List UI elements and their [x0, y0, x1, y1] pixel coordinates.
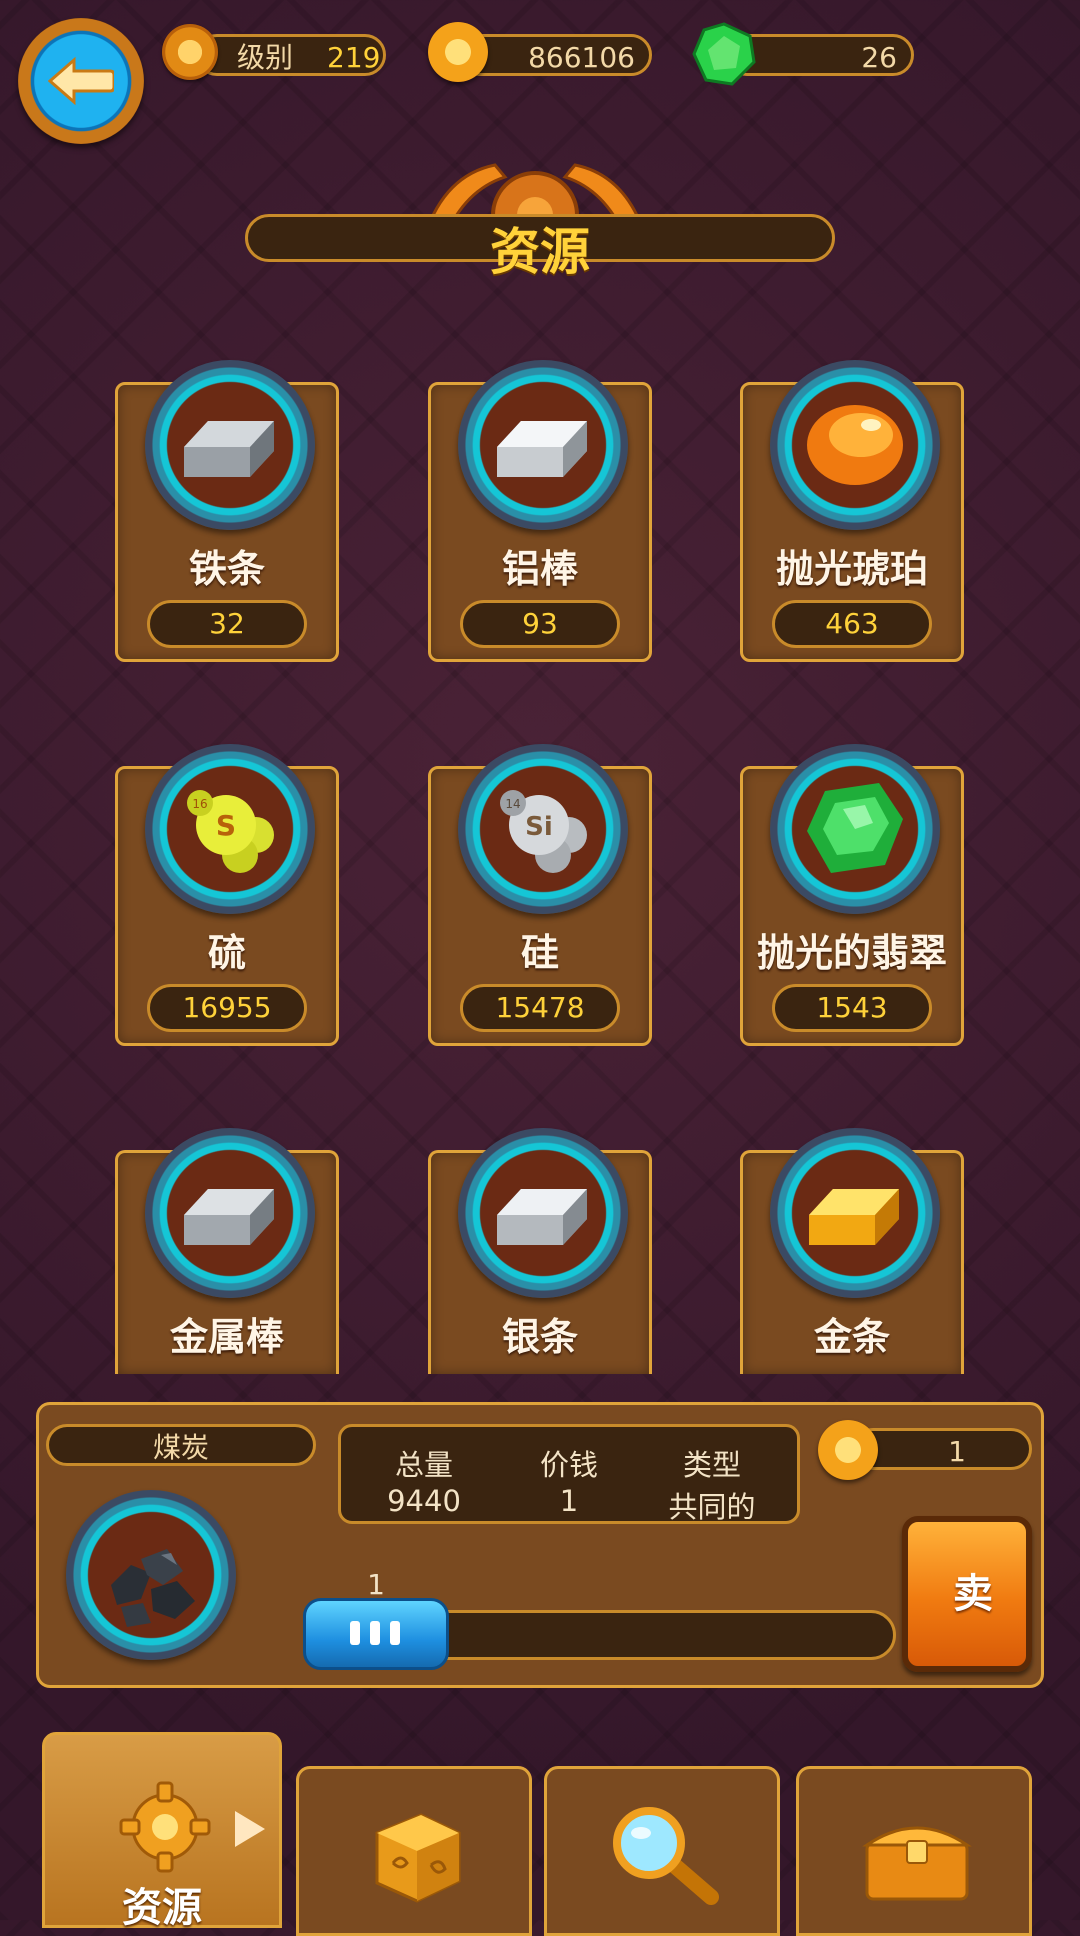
tab-resources-label: 资源 — [122, 1885, 202, 1931]
resource-name: 抛光的翡翠 — [756, 931, 947, 975]
back-button[interactable] — [18, 18, 144, 144]
resource-icon-ring — [145, 1128, 315, 1298]
chest-icon — [862, 1826, 972, 1901]
grip-icon — [350, 1621, 400, 1645]
svg-text:14: 14 — [505, 797, 520, 811]
sell-button[interactable]: 卖 — [902, 1516, 1032, 1672]
level-gear-icon — [162, 24, 218, 80]
resource-icon-ring: S 16 — [145, 744, 315, 914]
arrow-left-icon — [48, 56, 114, 106]
coal-icon — [111, 1549, 195, 1627]
price-label: 价钱 — [539, 1448, 598, 1482]
dice-icon — [375, 1813, 461, 1903]
selected-name: 煤炭 — [152, 1431, 209, 1464]
gems-value: 26 — [861, 41, 897, 74]
type-value: 共同的 — [668, 1490, 756, 1524]
metal-rod-icon — [184, 1189, 274, 1245]
green-gem-icon — [692, 22, 756, 86]
resource-name: 银条 — [501, 1315, 578, 1359]
level-label: 级别 — [237, 41, 294, 74]
total-label: 总量 — [394, 1448, 453, 1482]
coin-icon — [428, 22, 488, 82]
resource-name: 硅 — [520, 931, 559, 975]
sell-price-value: 1 — [948, 1435, 966, 1468]
svg-text:16: 16 — [192, 797, 207, 811]
type-label: 类型 — [682, 1448, 741, 1482]
tab-dice[interactable] — [296, 1766, 532, 1936]
amber-icon — [807, 405, 903, 485]
page-title: 资源 — [490, 223, 590, 281]
resource-count: 16955 — [147, 984, 307, 1032]
sell-price-pill: 1 — [852, 1428, 1032, 1470]
quantity-value: 1 — [367, 1568, 385, 1601]
tab-chest[interactable] — [796, 1766, 1032, 1936]
price-value: 1 — [559, 1484, 579, 1518]
play-arrow-icon — [235, 1811, 265, 1847]
level-value: 219 — [327, 41, 381, 74]
resource-count: 463 — [772, 600, 932, 648]
resource-count: 32 — [147, 600, 307, 648]
resource-name: 铁条 — [188, 547, 265, 591]
resource-count: 15478 — [460, 984, 620, 1032]
resource-name: 抛光琥珀 — [775, 547, 928, 591]
resource-icon-ring — [458, 1128, 628, 1298]
resource-icon-ring — [770, 744, 940, 914]
tab-resources[interactable]: 资源 — [42, 1732, 282, 1931]
sell-label: 卖 — [953, 1571, 993, 1617]
total-value: 9440 — [387, 1484, 461, 1518]
resource-icon-ring — [458, 360, 628, 530]
quantity-slider-handle[interactable] — [303, 1598, 449, 1670]
resource-count: 1543 — [772, 984, 932, 1032]
gear-icon — [119, 1781, 211, 1873]
iron-bar-icon — [184, 421, 274, 477]
svg-text:S: S — [216, 809, 236, 842]
resource-name: 金条 — [813, 1315, 890, 1359]
aluminum-bar-icon — [497, 421, 587, 477]
resource-icon-ring — [770, 360, 940, 530]
sulfur-icon: S 16 — [187, 790, 274, 873]
resource-name: 金属棒 — [169, 1315, 284, 1359]
level-pill: 级别 219 — [196, 34, 386, 76]
coins-value: 866106 — [528, 41, 635, 74]
resource-icon-ring — [770, 1128, 940, 1298]
emerald-icon — [807, 783, 903, 873]
gold-bar-icon — [809, 1189, 899, 1245]
coin-icon — [818, 1420, 878, 1480]
tab-search[interactable] — [544, 1766, 780, 1936]
silver-bar-icon — [497, 1189, 587, 1245]
resource-icon-ring — [145, 360, 315, 530]
selected-name-pill: 煤炭 — [46, 1424, 316, 1466]
resource-count: 93 — [460, 600, 620, 648]
svg-text:Si: Si — [525, 812, 553, 842]
resource-name: 铝棒 — [501, 547, 578, 591]
magnifier-icon — [613, 1807, 719, 1905]
resource-icon-ring: Si 14 — [458, 744, 628, 914]
selected-icon-ring — [66, 1490, 236, 1660]
silicon-icon: Si 14 — [500, 790, 587, 873]
resource-name: 硫 — [207, 931, 246, 975]
